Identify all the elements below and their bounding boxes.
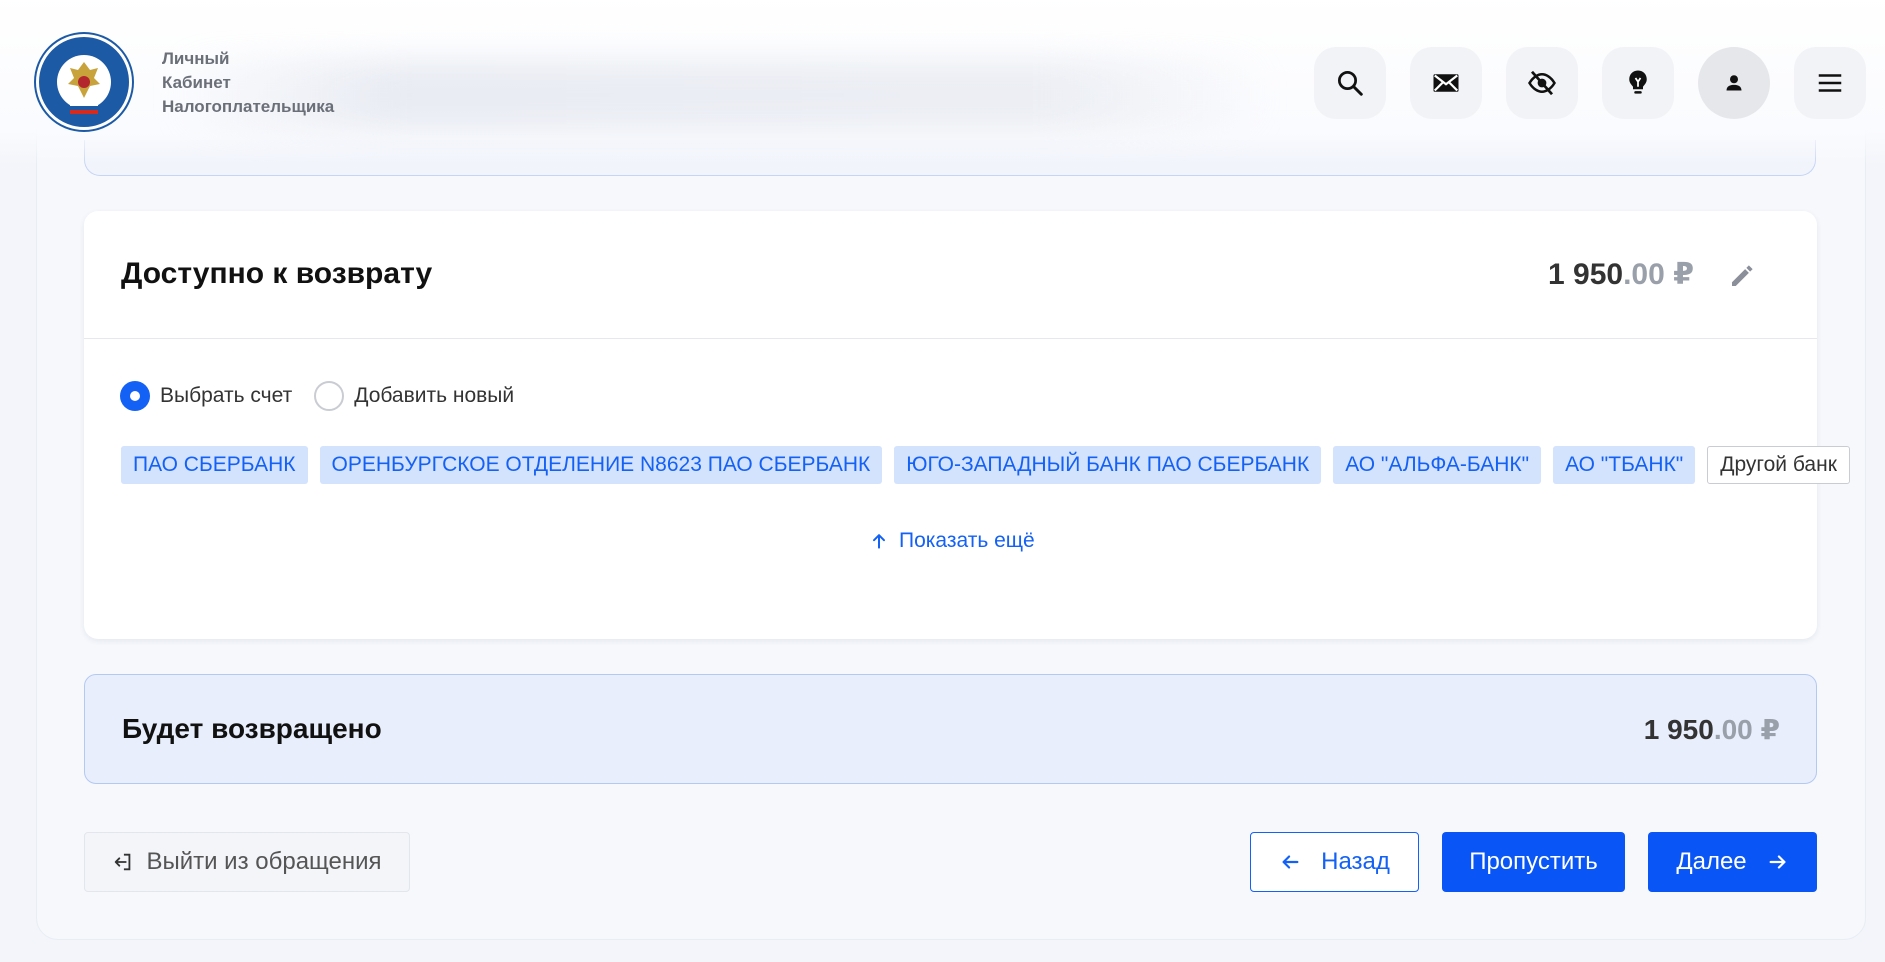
- bank-chip[interactable]: ПАО СБЕРБАНК: [121, 446, 308, 484]
- mail-icon: [1433, 74, 1459, 92]
- refund-amount: 1 950.00 ₽: [1548, 257, 1694, 292]
- hide-data-button[interactable]: [1506, 47, 1578, 119]
- back-label: Назад: [1321, 848, 1390, 875]
- brand-title: Личный Кабинет Налогоплательщика: [162, 47, 334, 119]
- radio-add-new[interactable]: [314, 381, 345, 411]
- bank-chips: ПАО СБЕРБАНК ОРЕНБУРГСКОЕ ОТДЕЛЕНИЕ N862…: [121, 446, 1850, 484]
- profile-button[interactable]: [1698, 47, 1770, 119]
- search-button[interactable]: [1314, 47, 1386, 119]
- search-icon: [1338, 71, 1363, 96]
- refund-card-header: Доступно к возврату 1 950.00 ₽: [84, 211, 1817, 339]
- user-icon: [1726, 75, 1742, 91]
- header: Личный Кабинет Налогоплательщика: [0, 0, 1885, 165]
- exit-request-button[interactable]: Выйти из обращения: [84, 832, 410, 892]
- arrow-up-icon: [873, 534, 885, 549]
- blurred-info: [170, 60, 1270, 130]
- refund-amount-dec: .00 ₽: [1623, 258, 1694, 291]
- exit-icon: [115, 853, 131, 871]
- summary-amount: 1 950.00 ₽: [1644, 713, 1780, 746]
- lightbulb-icon: [1629, 70, 1647, 94]
- exit-request-label: Выйти из обращения: [146, 848, 382, 875]
- summary-title: Будет возвращено: [122, 713, 382, 744]
- menu-icon: [1818, 74, 1842, 92]
- refund-card: Доступно к возврату 1 950.00 ₽ Выбрать с…: [84, 211, 1850, 639]
- edit-icon[interactable]: [1727, 261, 1757, 291]
- bank-chip[interactable]: ЮГО-ЗАПАДНЫЙ БАНК ПАО СБЕРБАНК: [894, 446, 1322, 484]
- refund-title: Доступно к возврату: [121, 257, 433, 290]
- bank-chip[interactable]: ОРЕНБУРГСКОЕ ОТДЕЛЕНИЕ N8623 ПАО СБЕРБАН…: [319, 446, 883, 484]
- refund-amount-int: 1 950: [1548, 258, 1624, 291]
- bank-chip[interactable]: АО "ТБАНК": [1553, 446, 1696, 484]
- brand-line-2: Кабинет: [162, 73, 231, 92]
- summary-amount-int: 1 950: [1643, 714, 1714, 745]
- summary-amount-dec: .00 ₽: [1713, 714, 1780, 745]
- tips-button[interactable]: [1602, 47, 1674, 119]
- show-more-label: Показать ещё: [899, 529, 1035, 552]
- other-bank-chip[interactable]: Другой банк: [1707, 446, 1850, 484]
- next-label: Далее: [1676, 848, 1747, 875]
- bank-chip[interactable]: АО "АЛЬФА-БАНК": [1333, 446, 1542, 484]
- arrow-left-icon: [1282, 855, 1299, 869]
- brand-line-3: Налогоплательщика: [162, 97, 335, 116]
- fns-logo[interactable]: [36, 34, 132, 130]
- emblem-icon: [46, 44, 122, 120]
- refund-summary: Будет возвращено 1 950.00 ₽: [84, 674, 1817, 784]
- show-more-link[interactable]: Показать ещё: [869, 529, 1035, 553]
- next-button[interactable]: Далее: [1648, 832, 1817, 892]
- menu-button[interactable]: [1794, 47, 1866, 119]
- skip-button[interactable]: Пропустить: [1442, 832, 1625, 892]
- messages-button[interactable]: [1410, 47, 1482, 119]
- radio-select-account-label[interactable]: Выбрать счет: [160, 384, 292, 408]
- radio-add-new-label[interactable]: Добавить новый: [354, 384, 514, 408]
- back-button[interactable]: Назад: [1250, 832, 1419, 892]
- hide-icon: [1528, 70, 1556, 96]
- account-options: Выбрать счет Добавить новый: [120, 381, 536, 411]
- arrow-right-icon: [1769, 855, 1786, 869]
- brand-line-1: Личный: [162, 49, 230, 68]
- radio-select-account[interactable]: [120, 381, 150, 411]
